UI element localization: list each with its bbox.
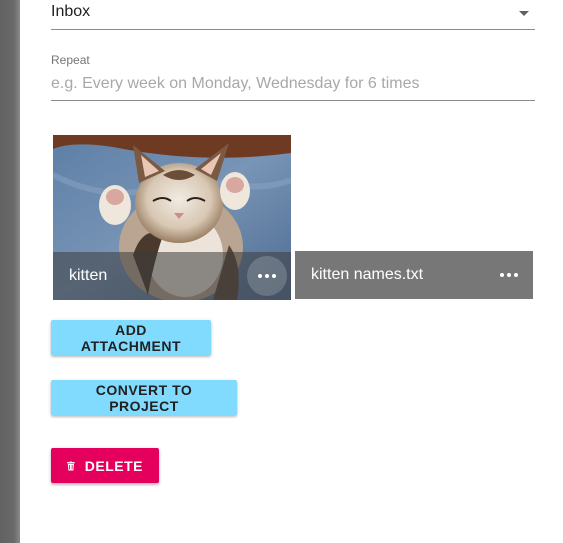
- repeat-field: [51, 70, 535, 101]
- add-attachment-label: ADD ATTACHMENT: [80, 321, 182, 354]
- attachment-title-bar: kitten: [53, 252, 291, 300]
- convert-to-project-button[interactable]: CONVERT TO PROJECT: [51, 380, 237, 415]
- project-select[interactable]: Inbox: [51, 0, 535, 30]
- more-horiz-icon: [500, 273, 518, 277]
- arrow-drop-down-icon: [519, 11, 529, 16]
- delete-label: DELETE: [84, 457, 143, 474]
- task-detail-panel: Inbox Repeat e.g. Every week on Monday, …: [20, 0, 563, 543]
- attachment-tile-kitten-names[interactable]: kitten names.txt: [295, 251, 533, 299]
- project-select-value: Inbox: [51, 3, 91, 20]
- attachment-more-button[interactable]: [247, 256, 287, 296]
- attachment-title-bar: kitten names.txt: [295, 251, 533, 299]
- attachment-title: kitten names.txt: [311, 266, 424, 283]
- repeat-input[interactable]: [51, 70, 535, 98]
- attachment-title: kitten: [69, 267, 108, 284]
- attachment-tile-kitten[interactable]: kitten: [53, 135, 291, 300]
- more-horiz-icon: [258, 274, 276, 278]
- convert-to-project-label: CONVERT TO PROJECT: [95, 381, 193, 414]
- drawer-scrim: [0, 0, 20, 543]
- delete-button[interactable]: DELETE: [51, 448, 159, 483]
- attachment-more-button[interactable]: [489, 255, 529, 295]
- repeat-label: Repeat: [51, 53, 90, 67]
- add-attachment-button[interactable]: ADD ATTACHMENT: [51, 320, 211, 355]
- trash-icon: [67, 461, 75, 470]
